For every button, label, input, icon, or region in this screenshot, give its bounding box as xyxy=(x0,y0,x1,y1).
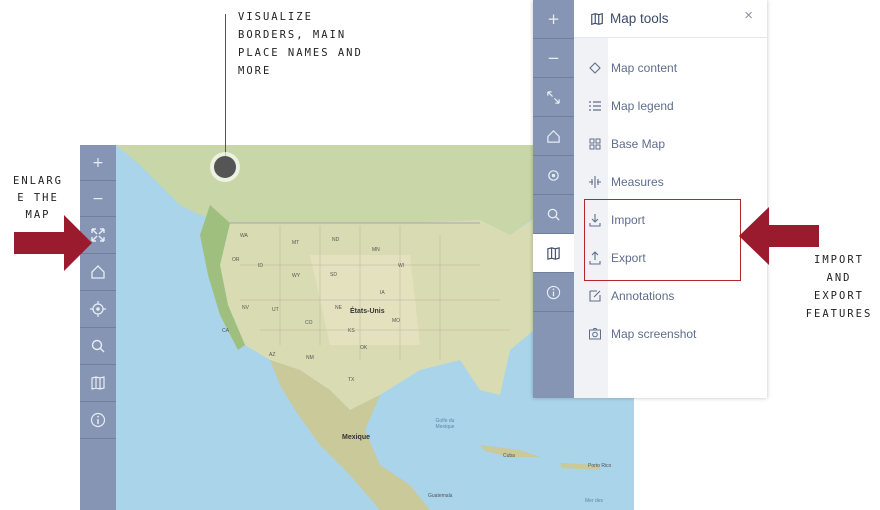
annotation-visualize: Visualize borders, main place names and … xyxy=(238,8,418,80)
locate-button[interactable] xyxy=(80,291,116,328)
tool-label: Map screenshot xyxy=(611,327,697,341)
map-label-ca: CA xyxy=(222,328,229,334)
measure-icon xyxy=(588,175,602,189)
map-label-gulf: Golfe du Mexique xyxy=(435,418,455,430)
arrow-right-icon xyxy=(14,215,92,271)
annotation-line: more xyxy=(238,65,272,77)
map-label-wa: WA xyxy=(240,233,248,239)
annotation-line: e the xyxy=(17,192,59,204)
map-label-wy: WY xyxy=(292,273,301,279)
tool-label: Map legend xyxy=(611,99,674,113)
map-icon xyxy=(547,246,560,260)
annotation-line: place names and xyxy=(238,47,363,59)
map-label-puerto-rico: Porto Rico xyxy=(588,463,612,469)
panel-title: Map tools xyxy=(610,11,669,26)
map-label-cuba: Cuba xyxy=(503,453,515,459)
map-label-mexico: Mexique xyxy=(342,434,371,441)
map-label-or: OR xyxy=(232,257,240,263)
grid-icon xyxy=(588,137,602,151)
panel-zoom-in-button[interactable]: + xyxy=(533,0,574,39)
home-icon xyxy=(547,129,560,143)
tool-label: Annotations xyxy=(611,289,675,303)
map-icon xyxy=(591,12,603,25)
map-label-mn: MN xyxy=(372,247,380,253)
close-icon[interactable]: × xyxy=(744,7,753,24)
annotation-line: export xyxy=(814,290,864,302)
annotation-line: features xyxy=(805,308,873,320)
tool-map-legend[interactable]: Map legend xyxy=(588,96,674,116)
tool-base-map[interactable]: Base Map xyxy=(588,134,665,154)
zoom-out-button[interactable]: − xyxy=(80,181,116,217)
map-label-ut: UT xyxy=(272,307,279,313)
panel-info-button[interactable] xyxy=(533,273,574,312)
arrows-expand-icon xyxy=(547,90,560,104)
annotation-line: Visualize xyxy=(238,11,313,23)
map-label-ok: OK xyxy=(360,345,368,351)
panel-fullscreen-button[interactable] xyxy=(533,78,574,117)
search-icon xyxy=(547,208,560,221)
tool-label: Base Map xyxy=(611,137,666,151)
map-label-ks: KS xyxy=(348,328,355,334)
map-icon xyxy=(91,376,105,390)
map-label-sea: Mer des xyxy=(585,498,604,504)
panel-home-button[interactable] xyxy=(533,117,574,156)
map-label-az: AZ xyxy=(269,352,276,358)
annotation-line: and xyxy=(826,272,852,284)
diamond-icon xyxy=(588,61,602,75)
map-label-ia: IA xyxy=(380,290,385,296)
panel-header: Map tools × xyxy=(574,0,767,38)
map-label-mo: MO xyxy=(392,318,401,324)
map-tools-button[interactable] xyxy=(80,365,116,402)
tool-label: Map content xyxy=(611,61,678,75)
pencil-icon xyxy=(588,289,602,303)
legend-icon xyxy=(588,99,602,113)
annotation-line: Enlarg xyxy=(13,175,63,187)
map-label-usa: États-Unis xyxy=(350,308,385,315)
map-label-id: ID xyxy=(258,263,263,269)
camera-icon xyxy=(588,327,602,341)
map-label-wi: WI xyxy=(398,263,405,269)
map-label-nd: ND xyxy=(332,237,340,243)
tool-map-content[interactable]: Map content xyxy=(588,58,677,78)
panel-search-button[interactable] xyxy=(533,195,574,234)
annotation-line: borders, main xyxy=(238,29,347,41)
import-export-highlight xyxy=(584,199,741,281)
info-button[interactable] xyxy=(80,402,116,439)
map-label-co: CO xyxy=(305,320,313,326)
map-label-tx: TX xyxy=(348,377,355,383)
search-button[interactable] xyxy=(80,328,116,365)
panel-rail: + − xyxy=(533,0,574,398)
panel-locate-button[interactable] xyxy=(533,156,574,195)
target-icon xyxy=(548,169,559,181)
map-toolbar: + − xyxy=(80,145,116,510)
search-icon xyxy=(91,339,105,353)
panel-zoom-out-button[interactable]: − xyxy=(533,39,574,78)
leader-line xyxy=(225,14,226,159)
info-icon xyxy=(90,412,106,428)
tool-annotations[interactable]: Annotations xyxy=(588,286,674,306)
zoom-in-button[interactable]: + xyxy=(80,145,116,181)
arrow-left-icon xyxy=(739,207,819,265)
map-label-guatemala: Guatemala xyxy=(428,493,453,499)
panel-map-tools-button[interactable] xyxy=(533,234,574,273)
leader-dot xyxy=(214,156,236,178)
map-label-nv: NV xyxy=(242,305,249,311)
map-label-ne: NE xyxy=(335,305,342,311)
tool-measures[interactable]: Measures xyxy=(588,172,664,192)
map-label-mt: MT xyxy=(292,240,300,246)
tool-map-screenshot[interactable]: Map screenshot xyxy=(588,324,696,344)
info-icon xyxy=(546,285,561,299)
map-label-nm: NM xyxy=(306,355,314,361)
target-icon xyxy=(90,301,106,317)
tool-label: Measures xyxy=(611,175,664,189)
map-label-sd: SD xyxy=(330,272,337,278)
